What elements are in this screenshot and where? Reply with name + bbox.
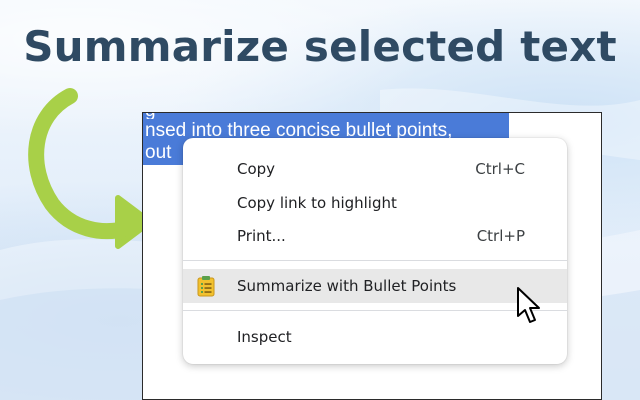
mouse-pointer-icon <box>517 287 540 323</box>
menu-item-summarize-with-bullet-points[interactable]: Summarize with Bullet Points <box>183 269 567 303</box>
context-menu: Copy Ctrl+C Copy link to highlight Print… <box>183 138 567 364</box>
headline: Summarize selected text <box>23 22 617 71</box>
menu-item-label: Copy <box>237 160 276 178</box>
menu-separator <box>183 260 567 261</box>
menu-item-label: Print... <box>237 227 286 245</box>
menu-separator <box>183 310 567 311</box>
menu-item-label: Summarize with Bullet Points <box>237 277 457 295</box>
menu-item-shortcut: Ctrl+C <box>475 160 525 178</box>
menu-item-shortcut: Ctrl+P <box>476 227 525 245</box>
menu-item-label: Copy link to highlight <box>237 194 397 212</box>
clipboard-list-icon <box>197 276 215 297</box>
menu-item-copy[interactable]: Copy Ctrl+C <box>183 153 567 185</box>
menu-item-label: Inspect <box>237 328 292 346</box>
menu-item-print[interactable]: Print... Ctrl+P <box>183 220 567 252</box>
menu-item-copy-link-to-highlight[interactable]: Copy link to highlight <box>183 187 567 219</box>
menu-item-inspect[interactable]: Inspect <box>183 321 567 353</box>
